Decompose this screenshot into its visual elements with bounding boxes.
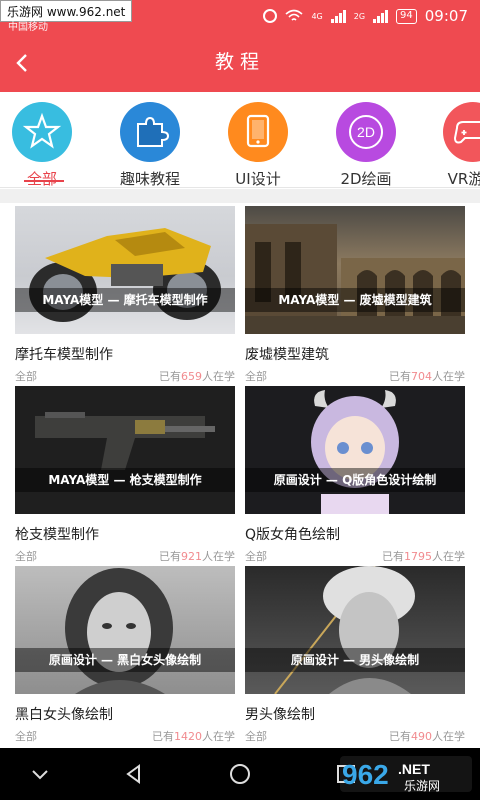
page-title: 教程 <box>214 51 265 73</box>
learner-count: 已有659人在学 <box>159 370 235 383</box>
course-card-ruins[interactable]: MAYA模型 — 废墟模型建筑 废墟模型建筑 全部 已有704人在学 <box>245 206 465 383</box>
tab-vr[interactable]: VR游戏 <box>418 102 480 188</box>
course-thumbnail: MAYA模型 — 摩托车模型制作 <box>15 206 235 334</box>
course-meta: 全部 已有704人在学 <box>245 368 465 383</box>
puzzle-icon <box>120 102 180 162</box>
signal-1-label: 4G <box>311 11 323 21</box>
course-tag: 全部 <box>15 370 37 383</box>
course-meta: 全部 已有921人在学 <box>15 548 235 563</box>
course-grid: MAYA模型 — 摩托车模型制作 摩托车模型制作 全部 已有659人在学 MAY… <box>0 203 480 748</box>
category-tabs: 全部 趣味教程 UI设计 2D 2D绘画 VR游戏 <box>0 92 480 188</box>
course-title: 摩托车模型制作 <box>15 347 113 363</box>
course-tag: 全部 <box>15 730 37 743</box>
gamepad-icon <box>443 102 480 162</box>
2d-icon: 2D <box>336 102 396 162</box>
tab-fun[interactable]: 趣味教程 <box>95 102 205 188</box>
course-banner: MAYA模型 — 枪支模型制作 <box>15 468 235 492</box>
course-tag: 全部 <box>15 550 37 563</box>
tab-vr-label: VR游戏 <box>447 170 480 188</box>
tab-2d-label: 2D绘画 <box>340 170 392 188</box>
tab-fun-label: 趣味教程 <box>119 170 180 188</box>
learner-count: 已有921人在学 <box>159 550 235 563</box>
wifi-icon <box>285 9 303 21</box>
tab-ui[interactable]: UI设计 <box>203 102 313 188</box>
course-meta: 全部 已有1420人在学 <box>15 728 235 743</box>
2d-icon-text: 2D <box>357 124 375 140</box>
course-card-male-portrait[interactable]: 原画设计 — 男头像绘制 男头像绘制 全部 已有490人在学 <box>245 566 465 743</box>
tab-ui-label: UI设计 <box>235 170 281 188</box>
battery-indicator: 94 <box>396 8 417 24</box>
course-banner: 原画设计 — 男头像绘制 <box>245 648 465 672</box>
status-icons: 4G 2G 94 09:07 <box>263 6 468 26</box>
course-title: 男头像绘制 <box>245 707 315 723</box>
star-badge-icon <box>12 102 72 162</box>
chevron-down-icon[interactable] <box>28 762 52 786</box>
course-thumbnail: MAYA模型 — 枪支模型制作 <box>15 386 235 514</box>
gun-image <box>35 412 215 470</box>
course-thumbnail: 原画设计 — 男头像绘制 <box>245 566 465 694</box>
status-bar: 乐游网 www.962.net 中国移动 4G 2G 94 09:07 <box>0 0 480 33</box>
course-title: 枪支模型制作 <box>15 527 99 543</box>
bw-female-portrait-image <box>65 568 173 694</box>
course-meta: 全部 已有1795人在学 <box>245 548 465 563</box>
tab-2d[interactable]: 2D 2D绘画 <box>311 102 421 188</box>
course-title: 废墟模型建筑 <box>245 347 329 363</box>
home-circle-icon[interactable] <box>228 762 252 786</box>
course-thumbnail: MAYA模型 — 废墟模型建筑 <box>245 206 465 334</box>
clock: 09:07 <box>424 7 468 25</box>
back-triangle-icon[interactable] <box>122 762 146 786</box>
course-card-bw-female[interactable]: 原画设计 — 黑白女头像绘制 黑白女头像绘制 全部 已有1420人在学 <box>15 566 235 743</box>
section-divider <box>0 189 480 203</box>
course-meta: 全部 已有490人在学 <box>245 728 465 743</box>
learner-count: 已有490人在学 <box>389 730 465 743</box>
tablet-icon <box>228 102 288 162</box>
962-watermark-logo: 962 .NET 乐游网 <box>340 756 472 793</box>
course-title: Q版女角色绘制 <box>245 527 341 543</box>
course-card-chibi-girl[interactable]: 原画设计 — Q版角色设计绘制 Q版女角色绘制 全部 已有1795人在学 <box>245 386 465 563</box>
learner-count: 已有1420人在学 <box>152 730 235 743</box>
course-tag: 全部 <box>245 730 267 743</box>
male-portrait-image <box>274 566 415 694</box>
course-card-gun[interactable]: MAYA模型 — 枪支模型制作 枪支模型制作 全部 已有921人在学 <box>15 386 235 563</box>
course-card-motorcycle[interactable]: MAYA模型 — 摩托车模型制作 摩托车模型制作 全部 已有659人在学 <box>15 206 235 383</box>
svg-text:962: 962 <box>342 759 389 790</box>
signal-2-label: 2G <box>353 11 366 21</box>
motorcycle-image <box>29 228 221 322</box>
course-meta: 全部 已有659人在学 <box>15 368 235 383</box>
course-title: 黑白女头像绘制 <box>15 707 113 723</box>
course-banner: 原画设计 — Q版角色设计绘制 <box>245 468 465 492</box>
svg-text:乐游网: 乐游网 <box>404 779 440 793</box>
course-banner: 原画设计 — 黑白女头像绘制 <box>15 648 235 672</box>
learner-count: 已有1795人在学 <box>382 550 465 563</box>
course-thumbnail: 原画设计 — 黑白女头像绘制 <box>15 566 235 694</box>
title-bar: 教程 <box>0 32 480 92</box>
alarm-icon <box>263 9 278 23</box>
signal-1-icon <box>330 9 346 23</box>
learner-count: 已有704人在学 <box>389 370 465 383</box>
signal-2-icon <box>373 9 389 23</box>
active-tab-indicator <box>24 180 64 182</box>
course-tag: 全部 <box>245 550 267 563</box>
tab-all[interactable]: 全部 <box>0 102 97 188</box>
course-banner: MAYA模型 — 废墟模型建筑 <box>245 288 465 312</box>
course-tag: 全部 <box>245 370 267 383</box>
svg-text:.NET: .NET <box>398 761 430 777</box>
carrier-label: 中国移动 <box>8 22 48 33</box>
chibi-girl-image <box>311 390 399 514</box>
course-thumbnail: 原画设计 — Q版角色设计绘制 <box>245 386 465 514</box>
course-banner: MAYA模型 — 摩托车模型制作 <box>15 288 235 312</box>
tab-all-label: 全部 <box>26 170 57 188</box>
ruins-image <box>245 224 465 334</box>
